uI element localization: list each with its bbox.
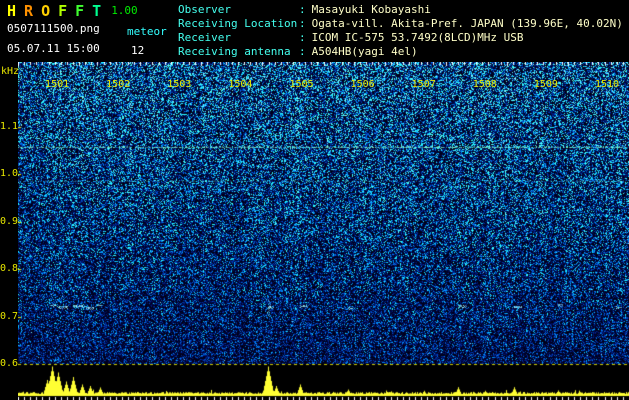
freq-tick-label: 0.8 <box>0 263 16 275</box>
freq-tick-label: 0.9 <box>0 216 16 228</box>
station-info: Observer: Masayuki Kobayashi Receiving Lo… <box>178 3 623 59</box>
info-separator: : <box>299 17 306 30</box>
info-row-location: Receiving Location: Ogata-vill. Akita-Pre… <box>178 17 623 31</box>
info-separator: : <box>299 31 306 44</box>
info-value: A504HB(yagi 4el) <box>312 45 418 58</box>
info-row-observer: Observer: Masayuki Kobayashi <box>178 3 623 17</box>
info-value: Masayuki Kobayashi <box>312 3 431 16</box>
logo-letter-4: F <box>75 2 84 20</box>
info-separator: : <box>299 3 306 16</box>
mode-label: meteor <box>127 25 167 38</box>
freq-tick-label: 1.0 <box>0 168 16 180</box>
output-filename: 0507111500.png <box>7 22 100 35</box>
app-logo: H R O F F T 1.00 <box>7 2 138 20</box>
info-label: Receiving antenna <box>178 45 299 59</box>
info-row-receiver: Receiver: ICOM IC-575 53.7492(8LCD)MHz US… <box>178 31 623 45</box>
observation-datetime: 05.07.11 15:00 <box>7 42 100 55</box>
info-row-antenna: Receiving antenna: A504HB(yagi 4el) <box>178 45 623 59</box>
info-value: ICOM IC-575 53.7492(8LCD)MHz USB <box>312 31 524 44</box>
logo-letter-2: O <box>41 2 50 20</box>
frequency-axis-unit: kHz <box>1 66 19 77</box>
logo-letter-1: R <box>24 2 33 20</box>
info-label: Receiver <box>178 31 299 45</box>
info-value: Ogata-vill. Akita-Pref. JAPAN (139.96E, … <box>312 17 623 30</box>
spectrogram-canvas <box>18 62 629 400</box>
freq-tick-label: 1.1 <box>0 121 16 133</box>
hrofft-screen: H R O F F T 1.00 0507111500.png meteor 05.07.1… <box>0 0 629 400</box>
logo-letter-5: T <box>92 2 101 20</box>
freq-tick-label: 0.6 <box>0 358 16 370</box>
logo-letter-0: H <box>7 2 16 20</box>
info-label: Observer <box>178 3 299 17</box>
logo-letter-3: F <box>58 2 67 20</box>
info-separator: : <box>299 45 306 58</box>
info-label: Receiving Location <box>178 17 299 31</box>
freq-tick-label: 0.7 <box>0 311 16 323</box>
app-version: 1.00 <box>111 4 138 17</box>
echo-count: 12 <box>131 44 144 57</box>
